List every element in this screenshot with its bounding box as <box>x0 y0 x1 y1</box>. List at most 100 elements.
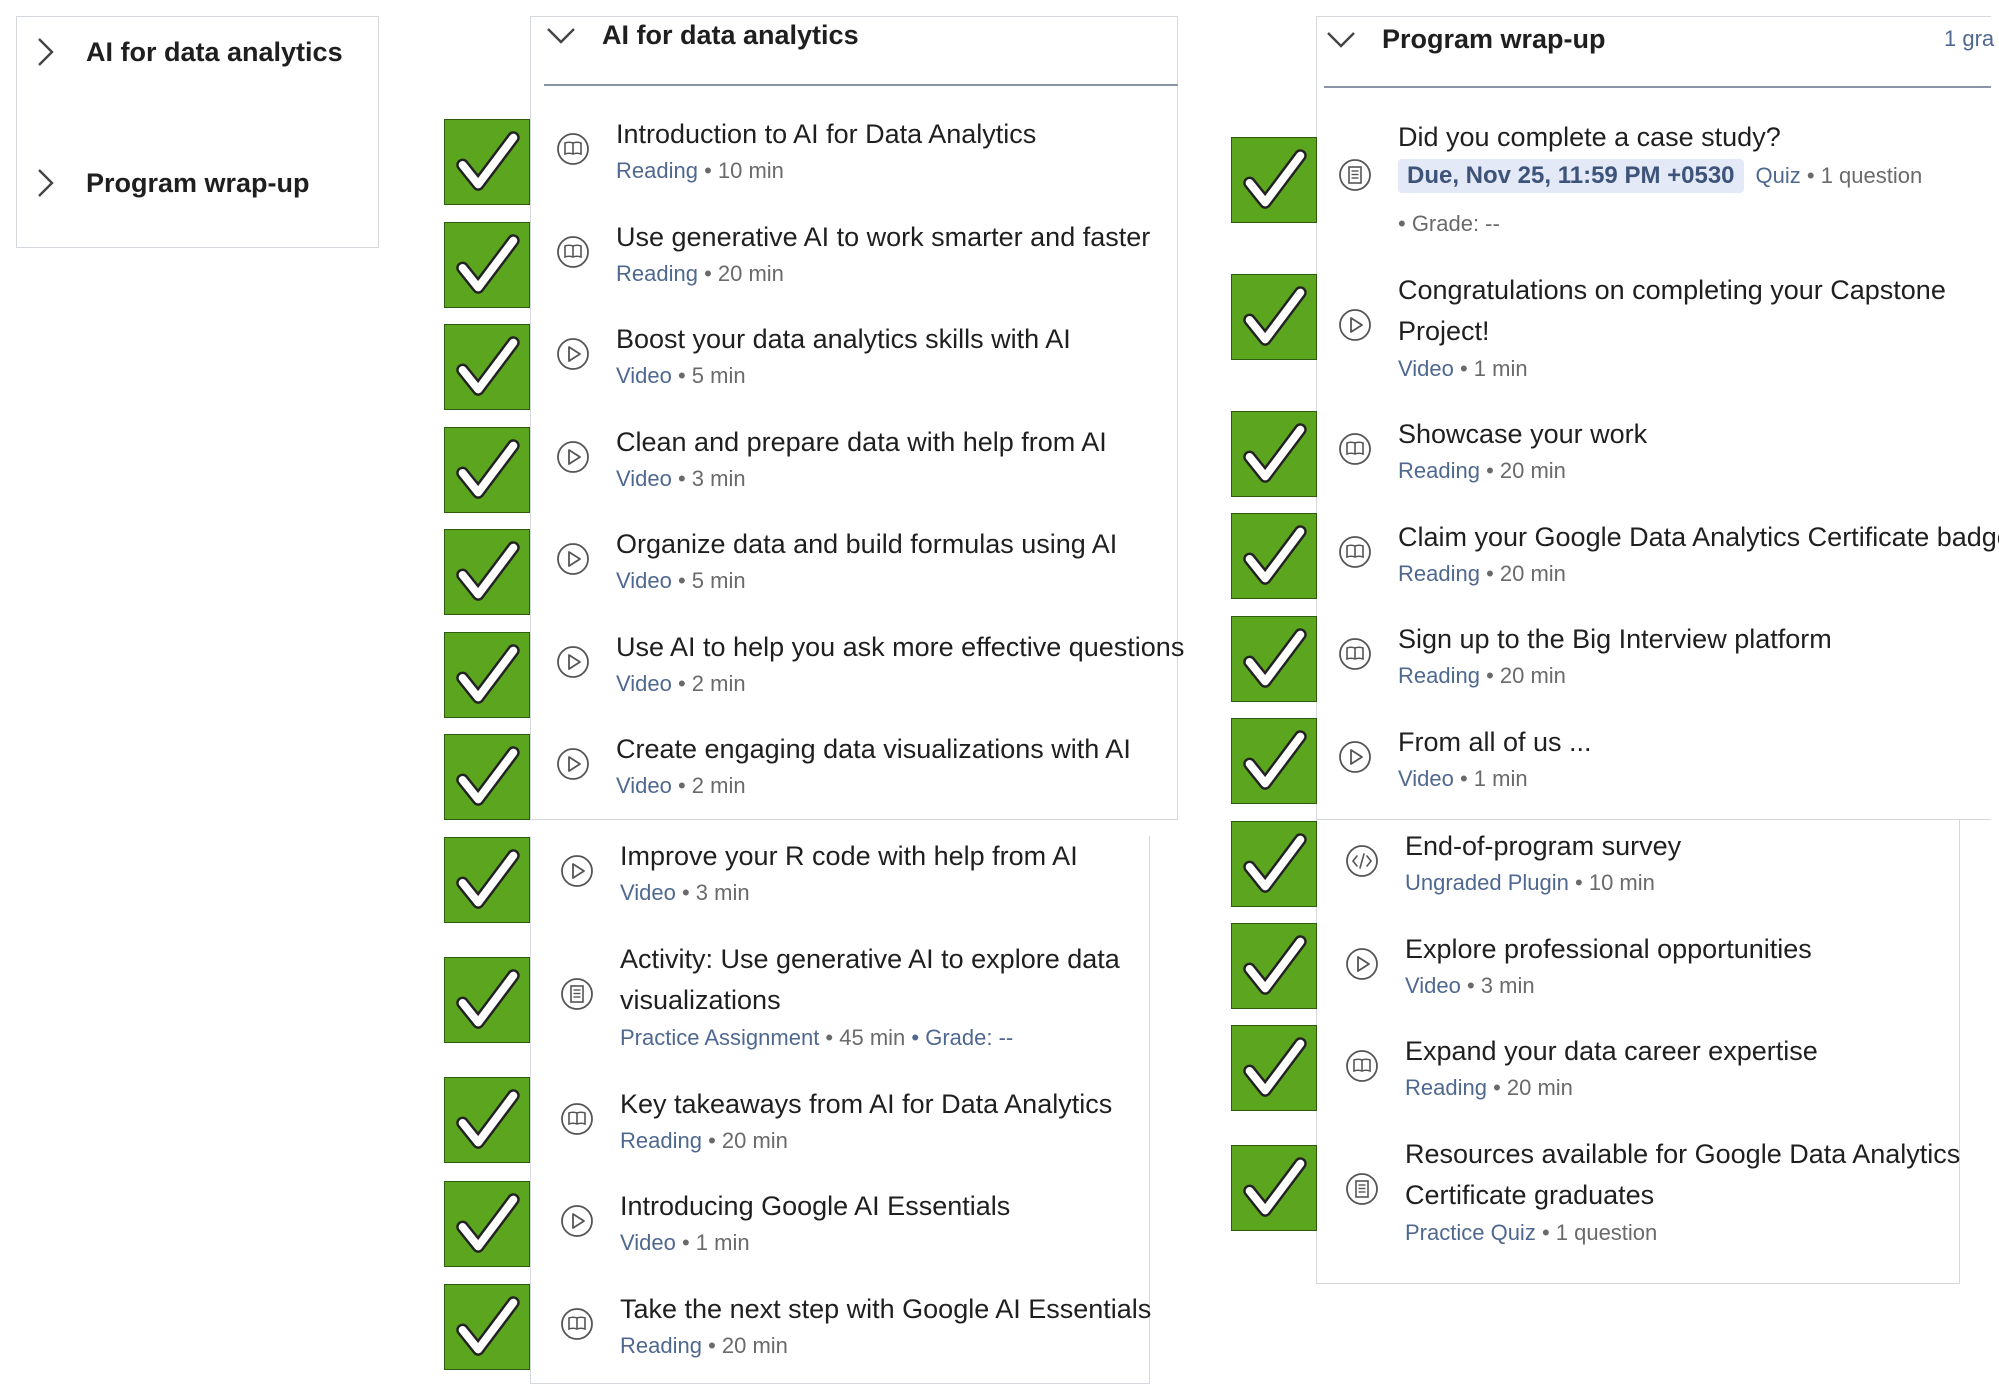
item-title: Create engaging data visualizations with… <box>616 734 1131 764</box>
list-item[interactable]: Use AI to help you ask more effective qu… <box>556 625 1184 705</box>
item-duration: • 20 min <box>1479 561 1566 586</box>
item-title: Introducing Google AI Essentials <box>620 1191 1011 1221</box>
item-duration: • 2 min <box>671 671 746 696</box>
item-duration: • 1 question <box>1535 1220 1658 1245</box>
list-item[interactable]: Organize data and build formulas using A… <box>556 522 1156 602</box>
list-item[interactable]: Boost your data analytics skills with AI… <box>556 317 1156 397</box>
chevron-down-icon <box>547 28 575 44</box>
list-item[interactable]: Activity: Use generative AI to explore d… <box>560 937 1140 1057</box>
play-icon <box>1338 308 1372 342</box>
book-icon <box>560 1307 594 1341</box>
book-icon <box>560 1102 594 1136</box>
play-icon <box>560 1204 594 1238</box>
list-item[interactable]: From all of us ... Video • 1 min <box>1338 720 1988 800</box>
item-type: Reading <box>1398 561 1480 586</box>
item-grade: • Grade: -- <box>905 1025 1014 1050</box>
item-duration: • 20 min <box>697 261 784 286</box>
play-icon <box>556 542 590 576</box>
item-meta: Reading • 20 min <box>1398 561 1566 587</box>
chevron-down-icon <box>1327 32 1355 48</box>
item-meta: Reading • 20 min <box>1398 663 1566 689</box>
completed-check-icon <box>444 222 530 308</box>
item-meta: Video • 3 min <box>1405 973 1535 999</box>
list-item[interactable]: End-of-program survey Ungraded Plugin • … <box>1345 824 1945 904</box>
book-icon <box>1345 1049 1379 1083</box>
item-title-line2: visualizations <box>620 985 781 1015</box>
item-title: Did you complete a case study? <box>1398 122 1781 152</box>
item-title: Improve your R code with help from AI <box>620 841 1078 871</box>
list-item[interactable]: Congratulations on completing your Capst… <box>1338 268 1988 388</box>
item-type: Video <box>620 1230 676 1255</box>
item-type: Reading <box>620 1333 702 1358</box>
item-duration: • 20 min <box>1479 663 1566 688</box>
item-duration: • 3 min <box>1460 973 1535 998</box>
list-item[interactable]: Take the next step with Google AI Essent… <box>560 1287 1151 1367</box>
item-title: Introduction to AI for Data Analytics <box>616 119 1037 149</box>
item-type: Video <box>616 466 672 491</box>
item-duration: • 3 min <box>675 880 750 905</box>
item-meta: Reading • 10 min <box>616 158 784 184</box>
completed-check-icon <box>1231 274 1317 360</box>
section-divider <box>1324 86 1991 88</box>
item-duration: • 20 min <box>701 1128 788 1153</box>
completed-check-icon <box>1231 1145 1317 1231</box>
item-meta: Practice Assignment • 45 min • Grade: -- <box>620 1025 1013 1051</box>
list-item[interactable]: Introduction to AI for Data Analytics Re… <box>556 112 1156 192</box>
item-meta: Video • 2 min <box>616 773 746 799</box>
list-item[interactable]: Use generative AI to work smarter and fa… <box>556 215 1156 295</box>
item-duration: • 2 min <box>671 773 746 798</box>
item-type: Reading <box>1398 458 1480 483</box>
completed-check-icon <box>444 837 530 923</box>
book-icon <box>1338 432 1372 466</box>
item-type: Reading <box>616 158 698 183</box>
item-duration: • 1 min <box>1453 766 1528 791</box>
item-duration: • 1 min <box>1453 356 1528 381</box>
list-item[interactable]: Showcase your work Reading • 20 min <box>1338 412 1988 492</box>
section-header-ai[interactable]: AI for data analytics <box>544 18 859 52</box>
list-item[interactable]: Key takeaways from AI for Data Analytics… <box>560 1082 1140 1162</box>
sidebar-item-label: AI for data analytics <box>86 36 343 67</box>
item-duration: • 20 min <box>1486 1075 1573 1100</box>
list-item[interactable]: Sign up to the Big Interview platform Re… <box>1338 617 1988 697</box>
completed-check-icon <box>1231 923 1317 1009</box>
list-item[interactable]: Clean and prepare data with help from AI… <box>556 420 1156 500</box>
item-meta: Video • 3 min <box>620 880 750 906</box>
list-item[interactable]: Introducing Google AI Essentials Video •… <box>560 1184 1140 1264</box>
item-title: Sign up to the Big Interview platform <box>1398 624 1832 654</box>
book-icon <box>556 132 590 166</box>
item-duration: • 1 question <box>1800 163 1923 188</box>
item-type: Video <box>616 773 672 798</box>
item-duration: • 10 min <box>1568 870 1655 895</box>
item-meta: Video • 5 min <box>616 363 746 389</box>
list-item[interactable]: Expand your data career expertise Readin… <box>1345 1029 1945 1109</box>
play-icon <box>1345 947 1379 981</box>
list-item[interactable]: Improve your R code with help from AI Vi… <box>560 834 1140 914</box>
item-meta: Reading • 20 min <box>1398 458 1566 484</box>
section-title: Program wrap-up <box>1382 23 1606 54</box>
item-type: Reading <box>616 261 698 286</box>
play-icon <box>556 337 590 371</box>
list-item[interactable]: Create engaging data visualizations with… <box>556 727 1156 807</box>
completed-check-icon <box>444 529 530 615</box>
item-type: Reading <box>1405 1075 1487 1100</box>
chevron-right-icon <box>38 38 54 66</box>
section-header-wrap-up[interactable]: Program wrap-up <box>1324 22 1606 56</box>
item-meta: Video • 5 min <box>616 568 746 594</box>
list-item[interactable]: Claim your Google Data Analytics Certifi… <box>1338 515 1999 595</box>
sidebar-item-ai-for-data-analytics[interactable]: AI for data analytics <box>26 33 343 71</box>
section-grade-summary: 1 gra <box>1944 26 1995 51</box>
item-meta: Due, Nov 25, 11:59 PM +0530 Quiz • 1 ques… <box>1398 159 1922 193</box>
assignment-icon <box>560 977 594 1011</box>
list-item[interactable]: Explore professional opportunities Video… <box>1345 927 1945 1007</box>
list-item-quiz[interactable]: Did you complete a case study? Due, Nov … <box>1338 115 1988 245</box>
item-type: Video <box>616 363 672 388</box>
sidebar-item-label: Program wrap-up <box>86 167 310 198</box>
assignment-icon <box>1338 158 1372 192</box>
item-type: Video <box>620 880 676 905</box>
list-item[interactable]: Resources available for Google Data Anal… <box>1345 1132 1960 1252</box>
sidebar-item-program-wrap-up[interactable]: Program wrap-up <box>26 164 310 202</box>
completed-check-icon <box>444 734 530 820</box>
book-icon <box>1338 637 1372 671</box>
completed-check-icon <box>1231 513 1317 599</box>
item-title-line2: Project! <box>1398 316 1490 346</box>
